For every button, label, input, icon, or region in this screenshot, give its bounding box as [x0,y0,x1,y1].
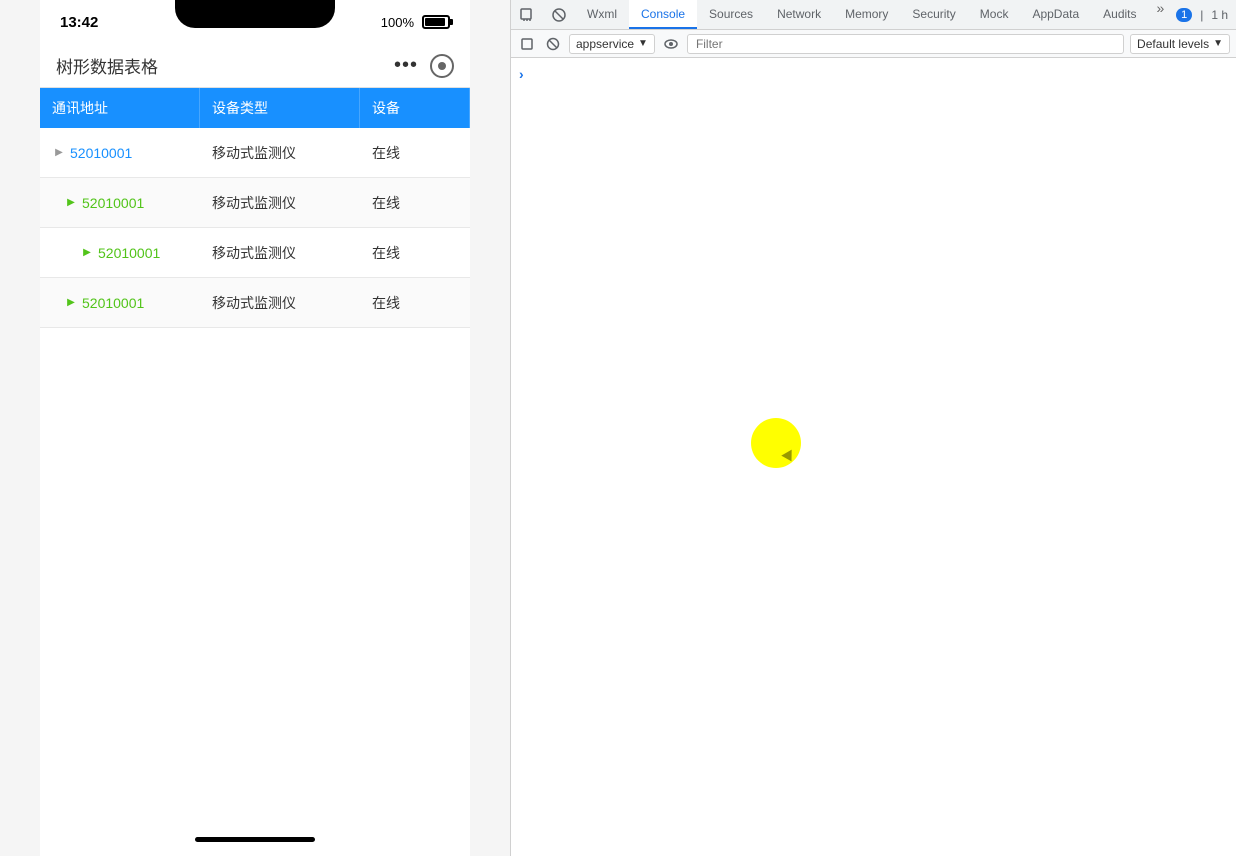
table-row[interactable]: ▶ 52010001 移动式监测仪 在线 [40,178,470,228]
devtools-panel: Wxml Console Sources Network Memory Secu… [510,0,1236,856]
tab-mock[interactable]: Mock [968,0,1021,29]
td-type-3: 移动式监测仪 [200,228,360,277]
row-id-3: 52010001 [98,245,160,261]
expand-arrow-4[interactable]: ▶ [64,296,78,310]
context-selector[interactable]: appservice ▼ [569,34,655,54]
expand-arrow-3[interactable]: ▶ [80,246,94,260]
filter-input[interactable] [687,34,1124,54]
tab-sources[interactable]: Sources [697,0,765,29]
app-title: 树形数据表格 [56,53,158,78]
chevron-down-icon: ▼ [638,38,648,49]
console-prompt: › [519,66,524,82]
table-header: 通讯地址 设备类型 设备 [40,88,470,128]
td-status-1: 在线 [360,128,470,177]
time-indicator: | [1200,8,1203,22]
table-row[interactable]: ▶ 52010001 移动式监测仪 在线 [40,128,470,178]
td-status-2: 在线 [360,178,470,227]
tab-security[interactable]: Security [900,0,967,29]
mobile-frame: 13:42 100% 树形数据表格 ••• 通讯地址 设备类 [40,0,470,856]
td-status-4: 在线 [360,278,470,327]
titlebar-icons: ••• [394,54,454,78]
row-id-1: 52010001 [70,145,132,161]
cursor-arrow-icon [781,450,796,465]
table-body: ▶ 52010001 移动式监测仪 在线 ▶ 52010001 移动式监测仪 在… [40,128,470,822]
mobile-simulator: 13:42 100% 树形数据表格 ••• 通讯地址 设备类 [0,0,510,856]
inspect-button[interactable] [511,0,543,29]
eye-button[interactable] [661,34,681,54]
td-type-4: 移动式监测仪 [200,278,360,327]
expand-arrow-1[interactable]: ▶ [52,146,66,160]
notch [175,0,335,28]
data-table: 通讯地址 设备类型 设备 ▶ 52010001 移动式监测仪 在线 [40,88,470,822]
status-time: 13:42 [60,14,98,31]
block-icon[interactable] [543,0,575,29]
battery-fill [425,18,445,26]
devtools-tabs: Wxml Console Sources Network Memory Secu… [511,0,1236,30]
levels-selector[interactable]: Default levels ▼ [1130,34,1230,54]
levels-chevron-icon: ▼ [1213,38,1223,49]
td-address-3: ▶ 52010001 [40,228,200,277]
time-label: 1 h [1211,8,1228,22]
td-address-2: ▶ 52010001 [40,178,200,227]
console-content: › [511,58,1236,856]
record-button[interactable] [430,54,454,78]
tab-right-info: 1 | 1 h [1176,0,1236,29]
cursor-indicator [751,418,801,468]
td-type-1: 移动式监测仪 [200,128,360,177]
app-titlebar: 树形数据表格 ••• [40,44,470,88]
clear-log-button[interactable] [543,34,563,54]
no-icon [551,7,567,23]
row-id-2: 52010001 [82,195,144,211]
home-indicator [195,837,315,842]
tab-audits[interactable]: Audits [1091,0,1148,29]
dot-menu-icon[interactable]: ••• [394,54,418,77]
td-address-1: ▶ 52010001 [40,128,200,177]
inspect-icon [519,7,535,23]
badge-count: 1 [1176,8,1192,22]
bottom-bar [40,822,470,856]
th-device-type: 设备类型 [200,88,360,128]
battery-icon [422,15,450,29]
tab-console[interactable]: Console [629,0,697,29]
table-row[interactable]: ▶ 52010001 移动式监测仪 在线 [40,228,470,278]
th-device-status: 设备 [360,88,470,128]
td-address-4: ▶ 52010001 [40,278,200,327]
stop-button[interactable] [517,34,537,54]
tab-appdata[interactable]: AppData [1020,0,1091,29]
record-inner [438,62,446,70]
devtools-toolbar: appservice ▼ Default levels ▼ [511,30,1236,58]
td-status-3: 在线 [360,228,470,277]
tab-memory[interactable]: Memory [833,0,900,29]
row-id-4: 52010001 [82,295,144,311]
levels-label: Default levels [1137,37,1209,51]
more-tabs-button[interactable]: » [1149,0,1173,29]
battery-percent: 100% [381,15,414,30]
tab-network[interactable]: Network [765,0,833,29]
tab-wxml[interactable]: Wxml [575,0,629,29]
status-right: 100% [381,15,450,30]
table-row[interactable]: ▶ 52010001 移动式监测仪 在线 [40,278,470,328]
th-address: 通讯地址 [40,88,200,128]
context-value: appservice [576,37,634,51]
expand-arrow-2[interactable]: ▶ [64,196,78,210]
td-type-2: 移动式监测仪 [200,178,360,227]
